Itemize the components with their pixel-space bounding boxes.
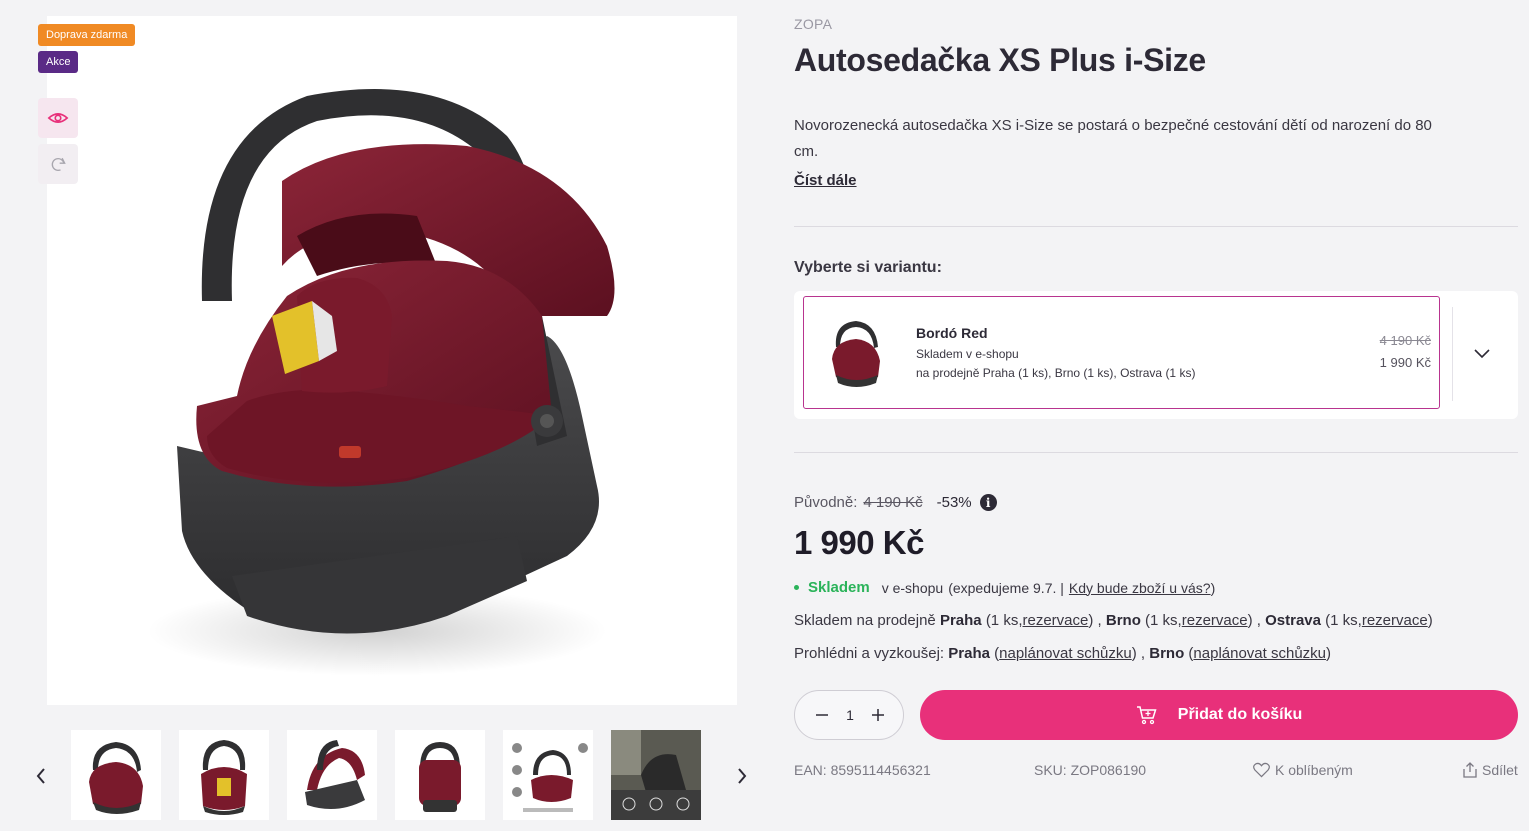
dispatch-info: (expedujeme 9.7. | bbox=[948, 579, 1064, 596]
free-shipping-badge: Doprava zdarma bbox=[38, 24, 136, 46]
view-360-button[interactable] bbox=[38, 144, 78, 184]
in-stock-label: Skladem bbox=[808, 579, 870, 596]
ean-code: EAN: 8595114456321 bbox=[794, 762, 931, 778]
variant-thumbnail bbox=[832, 321, 880, 387]
reservation-link-ostrava[interactable]: rezervace bbox=[1362, 612, 1428, 629]
quick-view-button[interactable] bbox=[38, 98, 78, 138]
showroom-prefix: Prohlédni a vyzkoušej: bbox=[794, 645, 945, 662]
store-availability: Skladem na prodejně Praha (1 ks,rezervac… bbox=[794, 612, 1433, 629]
read-more-link[interactable]: Číst dále bbox=[794, 172, 857, 189]
thumbnail-2[interactable] bbox=[179, 730, 269, 820]
variant-stock: Skladem v e-shopu bbox=[916, 347, 1019, 361]
share-icon bbox=[1463, 762, 1477, 778]
current-price: 1 990 Kč bbox=[794, 524, 924, 561]
showroom-suffix: , bbox=[1136, 645, 1146, 662]
chevron-down-icon bbox=[1474, 349, 1490, 359]
share-button[interactable]: Sdílet bbox=[1463, 762, 1518, 778]
badges: Doprava zdarma Akce bbox=[38, 24, 136, 73]
store-qty: (1 ks, bbox=[1325, 612, 1362, 629]
sale-badge: Akce bbox=[38, 51, 79, 73]
store-qty: (1 ks, bbox=[985, 612, 1023, 629]
store-city-praha: Praha bbox=[939, 612, 982, 629]
store-city-brno: Brno bbox=[1105, 612, 1141, 629]
store-suffix: ) , bbox=[1088, 612, 1102, 629]
variant-dropdown-toggle[interactable] bbox=[1472, 343, 1492, 363]
variant-option-selected[interactable]: Bordó Red Skladem v e-shopu na prodejně … bbox=[803, 296, 1440, 409]
divider bbox=[794, 226, 1518, 227]
brand-name[interactable]: ZOPA bbox=[794, 16, 832, 32]
variant-heading: Vyberte si variantu: bbox=[794, 259, 942, 276]
schedule-link-brno[interactable]: naplánovat schůzku bbox=[1193, 645, 1326, 662]
thumbnail-image bbox=[305, 740, 365, 809]
product-description: Novorozenecká autosedačka XS i-Size se p… bbox=[794, 117, 1432, 160]
thumbnail-3[interactable] bbox=[287, 730, 377, 820]
thumbnail-image bbox=[89, 742, 143, 814]
original-price: 4 190 Kč bbox=[863, 494, 923, 511]
discount-percent: -53% bbox=[936, 494, 972, 511]
chevron-left-icon bbox=[36, 768, 45, 784]
store-prefix: Skladem na prodejně bbox=[794, 612, 936, 629]
reservation-link-brno[interactable]: rezervace bbox=[1182, 612, 1248, 629]
thumbnail-prev-button[interactable] bbox=[30, 765, 52, 787]
variant-old-price: 4 190 Kč bbox=[1379, 333, 1431, 348]
eshop-label: v e-shopu bbox=[881, 579, 944, 596]
original-price-row: Původně: 4 190 Kč -53% i bbox=[794, 494, 997, 511]
eye-icon bbox=[47, 113, 69, 123]
quantity-increase-button[interactable] bbox=[866, 703, 890, 727]
add-to-favorites-button[interactable]: K oblíbeným bbox=[1253, 762, 1353, 778]
thumbnail-6[interactable] bbox=[611, 730, 701, 820]
add-to-cart-button[interactable]: Přidat do košíku bbox=[920, 690, 1518, 740]
quantity-stepper bbox=[794, 690, 904, 740]
variant-stores: na prodejně Praha (1 ks), Brno (1 ks), O… bbox=[916, 366, 1196, 380]
image-tools bbox=[38, 98, 78, 184]
car-seat-photo bbox=[147, 89, 615, 676]
rotate-360-icon bbox=[51, 157, 66, 171]
store-suffix: ) , bbox=[1247, 612, 1261, 629]
plus-icon bbox=[872, 709, 884, 721]
thumbnail-4[interactable] bbox=[395, 730, 485, 820]
delivery-time-link[interactable]: Kdy bude zboží u vás? bbox=[1069, 580, 1211, 596]
stock-status: Skladem v e-shopu (expedujeme 9.7. | Kdy… bbox=[794, 579, 1215, 596]
in-stock-dot bbox=[794, 585, 799, 590]
store-suffix: ) bbox=[1427, 612, 1433, 629]
divider bbox=[1452, 307, 1453, 401]
share-label: Sdílet bbox=[1482, 762, 1518, 778]
showroom-availability: Prohlédni a vyzkoušej: Praha (naplánovat… bbox=[794, 645, 1332, 662]
thumbnail-next-button[interactable] bbox=[731, 765, 753, 787]
info-icon[interactable]: i bbox=[979, 494, 997, 511]
close-paren: ) bbox=[1210, 579, 1216, 596]
thumbnail-image bbox=[611, 730, 701, 820]
product-title: Autosedačka XS Plus i-Size bbox=[794, 42, 1206, 78]
thumbnail-image bbox=[512, 743, 588, 812]
original-price-label: Původně: bbox=[794, 494, 858, 511]
chevron-right-icon bbox=[738, 768, 747, 784]
thumbnail-1[interactable] bbox=[71, 730, 161, 820]
reservation-link-praha[interactable]: rezervace bbox=[1023, 612, 1089, 629]
variant-name: Bordó Red bbox=[916, 325, 988, 341]
showroom-city-praha: Praha bbox=[948, 645, 990, 662]
store-qty: (1 ks, bbox=[1145, 612, 1182, 629]
divider bbox=[794, 452, 1518, 453]
showroom-city-brno: Brno bbox=[1149, 645, 1185, 662]
thumbnail-image bbox=[419, 742, 461, 812]
main-product-image[interactable] bbox=[47, 16, 737, 705]
schedule-link-praha[interactable]: naplánovat schůzku bbox=[999, 645, 1132, 662]
heart-icon bbox=[1253, 762, 1270, 778]
quantity-input[interactable] bbox=[837, 705, 863, 725]
thumbnail-carousel bbox=[28, 729, 758, 821]
minus-icon bbox=[816, 714, 828, 716]
add-to-cart-label: Přidat do košíku bbox=[1177, 706, 1303, 723]
variant-price: 1 990 Kč bbox=[1379, 355, 1431, 370]
sku-code: SKU: ZOP086190 bbox=[1034, 762, 1147, 778]
favorites-label: K oblíbeným bbox=[1275, 762, 1353, 778]
cart-icon bbox=[1136, 706, 1157, 725]
store-city-ostrava: Ostrava bbox=[1265, 612, 1321, 629]
quantity-decrease-button[interactable] bbox=[810, 703, 834, 727]
variant-selector: Bordó Red Skladem v e-shopu na prodejně … bbox=[794, 291, 1518, 419]
thumbnail-5[interactable] bbox=[503, 730, 593, 820]
thumbnail-image bbox=[201, 740, 247, 815]
